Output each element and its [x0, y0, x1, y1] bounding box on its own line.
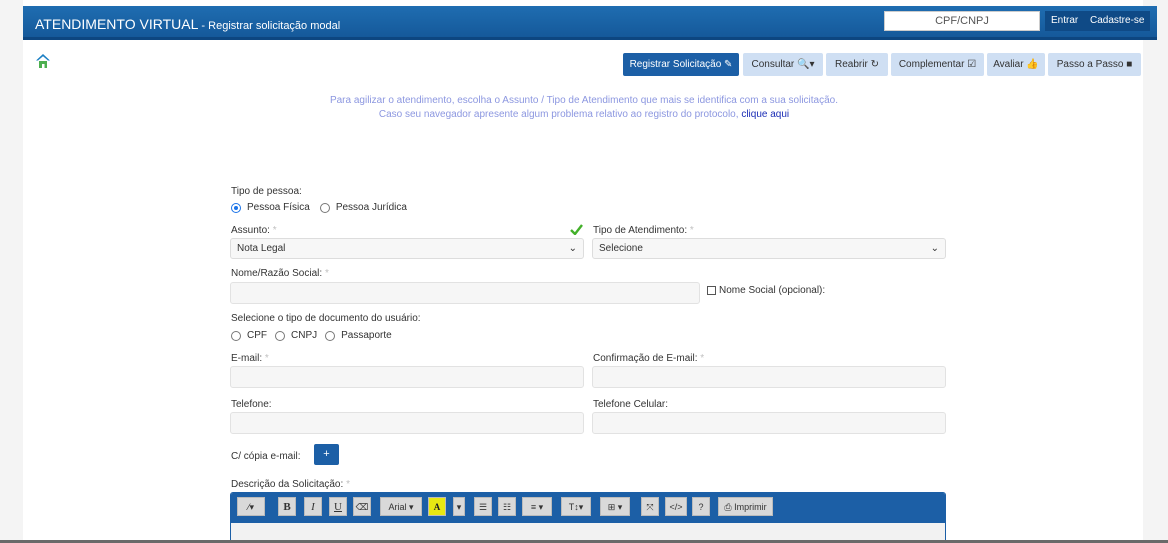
cpf-radio[interactable]: [231, 330, 241, 341]
help-icon[interactable]: ?: [692, 497, 710, 516]
tipo-pessoa-label: Tipo de pessoa:: [231, 186, 302, 197]
app-title-main: ATENDIMENTO VIRTUAL: [35, 16, 199, 32]
left-gutter: [0, 0, 23, 543]
login-button[interactable]: Entrar: [1045, 11, 1085, 31]
add-email-button[interactable]: +: [314, 444, 339, 465]
font-family-dropdown[interactable]: Arial ▾: [380, 497, 422, 516]
assunto-select[interactable]: Nota Legal ⌄: [230, 238, 584, 259]
nome-label: Nome/Razão Social: *: [231, 268, 329, 279]
required-mark: *: [346, 479, 350, 490]
reabrir-button[interactable]: Reabrir ↻: [826, 53, 888, 76]
celular-input[interactable]: [592, 412, 946, 434]
valid-check-icon: [570, 224, 583, 235]
unordered-list-icon[interactable]: ☰: [474, 497, 492, 516]
italic-button[interactable]: I: [304, 497, 322, 516]
copia-email-label: C/ cópia e-mail:: [231, 451, 301, 462]
nome-input[interactable]: [230, 282, 700, 304]
pessoa-fisica-label: Pessoa Física: [247, 202, 310, 213]
complementar-button[interactable]: Complementar ☑: [891, 53, 984, 76]
ordered-list-icon[interactable]: ☷: [498, 497, 516, 516]
text-color-dropdown[interactable]: ▾: [453, 497, 465, 516]
required-mark: *: [264, 353, 269, 364]
doc-type-radios: CPF CNPJ Passaporte: [231, 330, 392, 341]
consultar-button[interactable]: Consultar 🔍▾: [743, 53, 823, 76]
eraser-icon[interactable]: ⌫: [353, 497, 371, 516]
email-label-text: E-mail:: [231, 353, 263, 364]
signup-button[interactable]: Cadastre-se: [1084, 11, 1151, 31]
email-label: E-mail: *: [231, 353, 269, 364]
text-color-button[interactable]: A: [428, 497, 446, 516]
passo-a-passo-button[interactable]: Passo a Passo ■: [1048, 53, 1141, 76]
app-title-sub: - Registrar solicitação modal: [198, 20, 341, 32]
right-gutter: [1143, 0, 1168, 543]
bold-button[interactable]: B: [278, 497, 296, 516]
nome-social-option[interactable]: Nome Social (opcional):: [707, 285, 825, 296]
tipo-atendimento-label: Tipo de Atendimento: *: [593, 225, 694, 236]
code-view-icon[interactable]: </>: [665, 497, 687, 516]
assunto-label-text: Assunto:: [231, 225, 270, 236]
email-confirm-input[interactable]: [592, 366, 946, 388]
descricao-label: Descrição da Solicitação: *: [231, 479, 350, 490]
info-line-2-text: Caso seu navegador apresente algum probl…: [378, 109, 739, 120]
cnpj-label: CNPJ: [291, 330, 318, 341]
tipo-atendimento-select-value: Selecione: [599, 243, 643, 254]
table-dropdown[interactable]: ⊞ ▾: [600, 497, 630, 516]
rich-text-editor: ⁄▾ B I U ⌫ Arial ▾ A ▾ ☰ ☷ ≡ ▾ T↕▾ ⊞ ▾ ⤧…: [230, 492, 946, 543]
align-dropdown[interactable]: ≡ ▾: [522, 497, 552, 516]
tipo-atendimento-label-text: Tipo de Atendimento:: [593, 225, 688, 236]
app-title: ATENDIMENTO VIRTUAL - Registrar solicita…: [35, 16, 340, 32]
avaliar-button[interactable]: Avaliar 👍: [987, 53, 1045, 76]
magic-style-button[interactable]: ⁄▾: [237, 497, 265, 516]
pessoa-juridica-label: Pessoa Jurídica: [335, 202, 407, 213]
chevron-down-icon: ⌄: [568, 243, 577, 254]
required-mark: *: [700, 353, 705, 364]
pessoa-fisica-radio[interactable]: [231, 202, 241, 213]
celular-label: Telefone Celular:: [593, 399, 669, 410]
print-button[interactable]: ⎙ Imprimir: [718, 497, 773, 516]
telefone-label: Telefone:: [231, 399, 272, 410]
header-bar: ATENDIMENTO VIRTUAL - Registrar solicita…: [23, 6, 1157, 40]
nome-label-text: Nome/Razão Social:: [231, 268, 323, 279]
email-confirm-label-text: Confirmação de E-mail:: [593, 353, 698, 364]
email-confirm-label: Confirmação de E-mail: *: [593, 353, 704, 364]
passaporte-label: Passaporte: [341, 330, 392, 341]
required-mark: *: [689, 225, 694, 236]
email-input[interactable]: [230, 366, 584, 388]
chevron-down-icon: ⌄: [930, 243, 939, 254]
assunto-select-value: Nota Legal: [237, 243, 286, 254]
tipo-pessoa-radios: Pessoa Física Pessoa Jurídica: [231, 202, 407, 213]
passaporte-radio[interactable]: [325, 330, 336, 341]
help-link[interactable]: clique aqui: [741, 109, 789, 120]
cpf-cnpj-input[interactable]: [884, 11, 1040, 31]
editor-toolbar: ⁄▾ B I U ⌫ Arial ▾ A ▾ ☰ ☷ ≡ ▾ T↕▾ ⊞ ▾ ⤧…: [231, 493, 945, 523]
fullscreen-icon[interactable]: ⤧: [641, 497, 659, 516]
info-line-2: Caso seu navegador apresente algum probl…: [0, 109, 1168, 120]
telefone-input[interactable]: [230, 412, 584, 434]
tipo-atendimento-select[interactable]: Selecione ⌄: [592, 238, 946, 259]
required-mark: *: [272, 225, 277, 236]
underline-button[interactable]: U: [329, 497, 347, 516]
home-icon[interactable]: [35, 53, 51, 69]
descricao-label-text: Descrição da Solicitação:: [231, 479, 344, 490]
text-size-dropdown[interactable]: T↕▾: [561, 497, 591, 516]
required-mark: *: [324, 268, 329, 279]
nome-social-checkbox[interactable]: [707, 285, 716, 295]
cpf-label: CPF: [247, 330, 267, 341]
cnpj-radio[interactable]: [275, 330, 285, 341]
pessoa-juridica-radio[interactable]: [319, 202, 330, 213]
doc-type-label: Selecione o tipo de documento do usuário…: [231, 313, 421, 324]
registrar-solicitacao-button[interactable]: Registrar Solicitação ✎: [623, 53, 739, 76]
assunto-label: Assunto: *: [231, 225, 277, 236]
nome-social-label: Nome Social (opcional):: [719, 285, 826, 296]
info-line-1: Para agilizar o atendimento, escolha o A…: [329, 95, 839, 106]
